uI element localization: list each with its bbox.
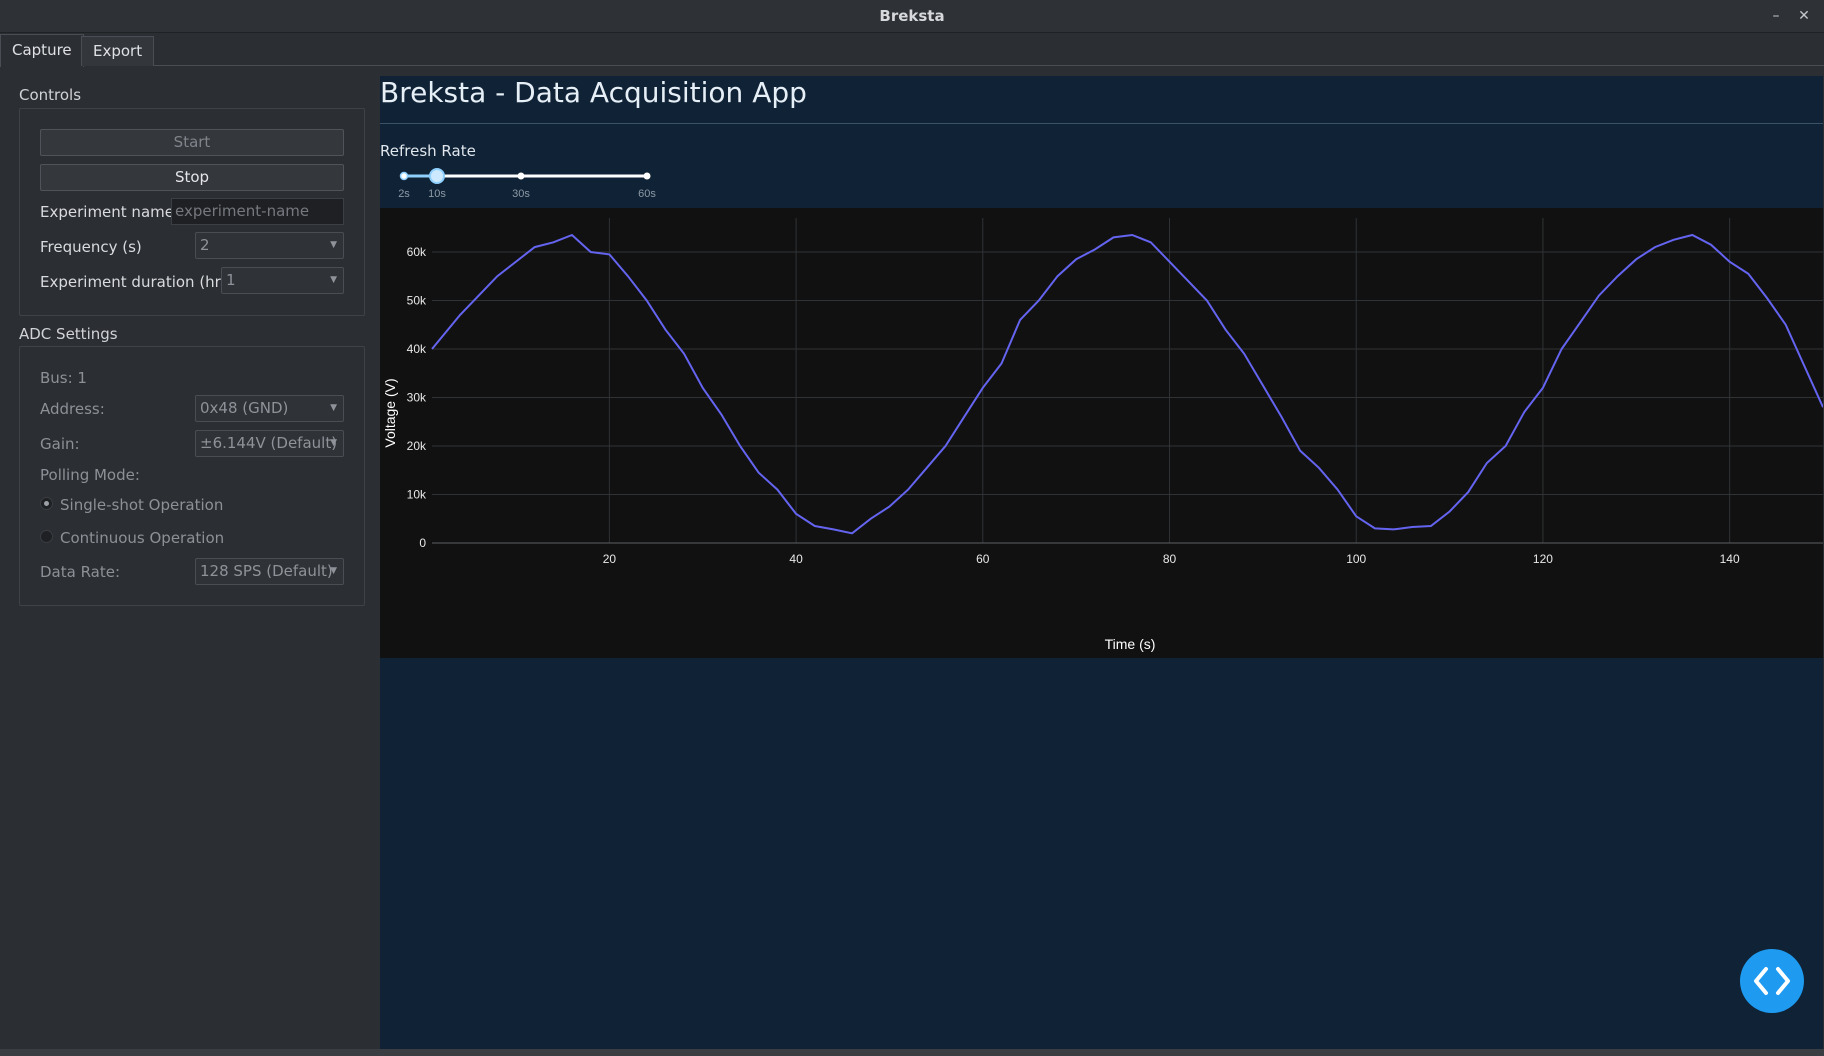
window-title: Breksta	[879, 7, 945, 25]
duration-label: Experiment duration (hr)	[40, 273, 227, 291]
refresh-rate-label: Refresh Rate	[380, 142, 476, 160]
title-divider	[380, 123, 1823, 124]
continuous-label[interactable]: Continuous Operation	[60, 529, 224, 547]
y-tick-label: 10k	[407, 487, 427, 501]
title-bar: Breksta – ✕	[0, 0, 1824, 33]
x-tick-label: 100	[1346, 552, 1366, 566]
data-rate-value: 128 SPS (Default)	[200, 562, 333, 580]
chart-grid	[432, 218, 1823, 544]
frequency-value: 2	[200, 236, 210, 254]
x-tick-label: 140	[1720, 552, 1740, 566]
window-bottom-edge	[0, 1049, 1824, 1056]
y-tick-label: 0	[419, 536, 426, 550]
x-tick-label: 120	[1533, 552, 1553, 566]
dev-tools-button[interactable]	[1740, 949, 1804, 1013]
frequency-select[interactable]: 2 ▼	[195, 232, 344, 259]
start-button[interactable]: Start	[40, 129, 344, 156]
tab-capture[interactable]: Capture	[0, 34, 84, 67]
chevron-down-icon: ▼	[330, 438, 337, 448]
chart-ticks: 20 40 60 80 100 120 140 0 10k 20k 30k 40k 50k 60k	[407, 245, 1740, 566]
minimize-icon[interactable]: –	[1766, 6, 1786, 26]
gain-label: Gain:	[40, 435, 80, 453]
gain-select[interactable]: ±6.144V (Default) ▼	[195, 430, 344, 457]
tab-bar: Capture Export	[0, 34, 1824, 67]
slider-mark-label: 60s	[638, 188, 656, 200]
experiment-name-field[interactable]: experiment-name	[171, 198, 344, 225]
slider-mark-dot	[517, 172, 525, 180]
duration-select[interactable]: 1 ▼	[221, 267, 344, 294]
voltage-chart[interactable]: 20 40 60 80 100 120 140 0 10k 20k 30k 40k 50k 60k Tim…	[380, 208, 1824, 658]
main-panel: Breksta - Data Acquisition App Refresh R…	[380, 76, 1824, 1049]
chevron-down-icon: ▼	[330, 403, 337, 413]
slider-mark-label: 2s	[398, 188, 410, 200]
x-tick-label: 60	[976, 552, 990, 566]
x-axis-label: Time (s)	[1105, 636, 1156, 652]
x-tick-label: 80	[1163, 552, 1177, 566]
controls-group-title: Controls	[19, 86, 82, 104]
x-tick-label: 40	[789, 552, 803, 566]
address-value: 0x48 (GND)	[200, 399, 289, 417]
continuous-radio[interactable]	[40, 530, 53, 543]
refresh-rate-slider[interactable]: 2s 10s 30s 60s	[380, 166, 660, 206]
address-select[interactable]: 0x48 (GND) ▼	[195, 395, 344, 422]
y-axis-label: Voltage (V)	[382, 378, 398, 447]
slider-mark-dot	[643, 172, 651, 180]
chevron-down-icon: ▼	[330, 275, 337, 285]
polling-mode-label: Polling Mode:	[40, 466, 140, 484]
experiment-name-label: Experiment name	[40, 203, 174, 221]
y-tick-label: 50k	[407, 293, 427, 307]
chevron-down-icon: ▼	[330, 240, 337, 250]
adc-group-title: ADC Settings	[19, 325, 118, 343]
x-tick-label: 20	[603, 552, 617, 566]
data-rate-label: Data Rate:	[40, 563, 121, 581]
y-tick-label: 60k	[407, 245, 427, 259]
series-line	[431, 233, 1824, 535]
close-icon[interactable]: ✕	[1794, 6, 1814, 26]
tab-export[interactable]: Export	[81, 36, 155, 66]
chart-svg[interactable]: 20 40 60 80 100 120 140 0 10k 20k 30k 40k 50k 60k Tim…	[380, 208, 1824, 658]
y-tick-label: 30k	[407, 390, 427, 404]
y-tick-label: 20k	[407, 439, 427, 453]
slider-mark-label: 10s	[428, 188, 446, 200]
single-shot-radio[interactable]	[40, 497, 53, 510]
slider-handle[interactable]	[429, 168, 445, 184]
stop-button[interactable]: Stop	[40, 164, 344, 191]
single-shot-label[interactable]: Single-shot Operation	[60, 496, 223, 514]
bus-label: Bus: 1	[40, 369, 87, 387]
gain-value: ±6.144V (Default)	[200, 434, 338, 452]
slider-mark-dot	[399, 171, 409, 181]
duration-value: 1	[226, 271, 236, 289]
y-tick-label: 40k	[407, 342, 427, 356]
slider-mark-label: 30s	[512, 188, 530, 200]
frequency-label: Frequency (s)	[40, 238, 142, 256]
data-rate-select[interactable]: 128 SPS (Default) ▼	[195, 558, 344, 585]
chevron-down-icon: ▼	[330, 566, 337, 576]
page-title: Breksta - Data Acquisition App	[380, 76, 807, 109]
address-label: Address:	[40, 400, 105, 418]
code-arrows-icon	[1754, 967, 1790, 995]
